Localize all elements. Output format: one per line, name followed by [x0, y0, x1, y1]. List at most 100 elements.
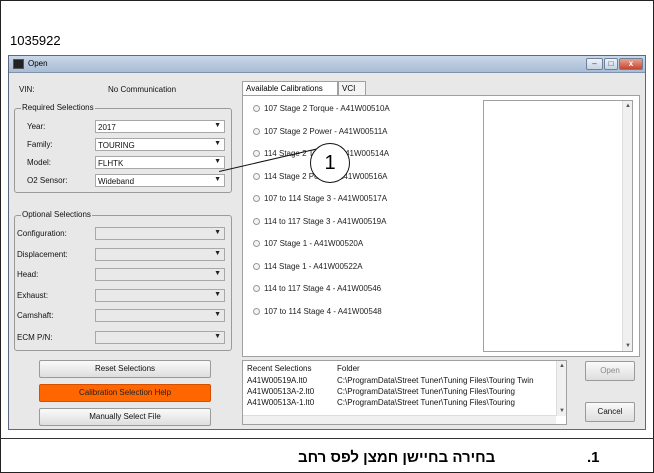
- o2-sensor-select[interactable]: Wideband ▼: [95, 174, 225, 187]
- tab-available-calibrations[interactable]: Available Calibrations: [242, 81, 338, 96]
- close-button[interactable]: x: [619, 58, 643, 70]
- chevron-down-icon: ▼: [214, 176, 221, 183]
- model-select[interactable]: FLHTK ▼: [95, 156, 225, 169]
- detail-scrollbar[interactable]: ▲ ▼: [622, 101, 632, 351]
- chevron-down-icon: ▼: [214, 122, 221, 129]
- displacement-label: Displacement:: [17, 250, 68, 259]
- family-value: TOURING: [98, 141, 135, 150]
- calibration-selection-help-button[interactable]: Calibration Selection Help: [39, 384, 211, 402]
- recent-file: A41W00519A.lt0: [247, 376, 308, 385]
- manually-select-file-button[interactable]: Manually Select File: [39, 408, 211, 426]
- caption-text: בחירה בחיישן חמצן לפס רחב: [298, 449, 496, 466]
- calibration-option[interactable]: 114 to 117 Stage 4 - A41W00546: [253, 284, 381, 293]
- model-value: FLHTK: [98, 159, 124, 168]
- chevron-down-icon: ▼: [214, 291, 221, 298]
- radio-button-icon[interactable]: [253, 195, 260, 202]
- calibration-label: 114 to 117 Stage 4 - A41W00546: [264, 284, 382, 293]
- optional-selections-title: Optional Selections: [21, 210, 92, 219]
- figure-id: 1035922: [10, 33, 61, 48]
- scroll-up-icon[interactable]: ▲: [557, 361, 567, 371]
- head-select[interactable]: ▼: [95, 268, 225, 281]
- calibration-label: 114 Stage 1 - A41W00522A: [264, 261, 363, 271]
- calibration-label: 107 to 114 Stage 4 - A41W00548: [264, 306, 382, 316]
- radio-button-icon[interactable]: [253, 262, 260, 270]
- calibration-label: 114 to 117 Stage 3 - A41W00519A: [264, 216, 387, 226]
- model-label: Model:: [27, 158, 52, 167]
- radio-button-icon[interactable]: [253, 105, 260, 112]
- recent-selections-list[interactable]: Recent Selections Folder A41W00519A.lt0 …: [242, 360, 567, 425]
- vin-label: VIN:: [19, 85, 35, 94]
- chevron-down-icon: ▼: [214, 229, 221, 236]
- radio-button-icon[interactable]: [253, 127, 260, 135]
- reset-selections-button[interactable]: Reset Selections: [39, 360, 211, 378]
- scroll-down-icon[interactable]: ▼: [623, 341, 633, 351]
- maximize-button[interactable]: □: [604, 58, 618, 70]
- family-label: Family:: [27, 140, 53, 149]
- calibration-option[interactable]: 107 Stage 1 - A41W00520A: [253, 239, 363, 248]
- chevron-down-icon: ▼: [214, 270, 221, 277]
- required-selections-title: Required Selections: [21, 103, 95, 112]
- family-select[interactable]: TOURING ▼: [95, 138, 225, 151]
- calibrations-panel: 107 Stage 2 Torque - A41W00510A 107 Stage…: [242, 95, 640, 357]
- window-title: Open: [28, 59, 48, 68]
- title-bar: Open – □ x: [9, 56, 645, 73]
- calibration-option[interactable]: 114 to 117 Stage 3 - A41W00519A: [253, 217, 386, 226]
- recent-folder: C:\ProgramData\Street Tuner\Tuning Files…: [337, 387, 516, 396]
- minimize-button[interactable]: –: [586, 58, 603, 70]
- vin-value: No Communication: [108, 85, 177, 94]
- recent-folder: C:\ProgramData\Street Tuner\Tuning Files…: [337, 398, 516, 407]
- recent-row[interactable]: A41W00519A.lt0 C:\ProgramData\Street Tun…: [247, 376, 534, 385]
- recent-row[interactable]: A41W00513A-1.lt0 C:\ProgramData\Street T…: [247, 398, 515, 407]
- calibration-option[interactable]: 114 Stage 1 - A41W00522A: [253, 262, 363, 271]
- year-value: 2017: [98, 123, 116, 132]
- chevron-down-icon: ▼: [214, 158, 221, 165]
- callout-marker: 1: [310, 143, 350, 183]
- open-dialog: Open – □ x VIN: No Communication Require…: [8, 55, 646, 430]
- exhaust-select[interactable]: ▼: [95, 289, 225, 302]
- displacement-select[interactable]: ▼: [95, 248, 225, 261]
- recent-col-folder: Folder: [337, 364, 360, 373]
- caption-number: .1: [587, 449, 600, 466]
- year-label: Year:: [27, 122, 46, 131]
- exhaust-label: Exhaust:: [17, 291, 49, 300]
- radio-button-icon[interactable]: [253, 172, 260, 180]
- cancel-button[interactable]: Cancel: [585, 402, 635, 422]
- head-label: Head:: [17, 270, 39, 279]
- camshaft-select[interactable]: ▼: [95, 309, 225, 322]
- o2-sensor-value: Wideband: [98, 177, 135, 186]
- calibration-option[interactable]: 107 Stage 2 Power - A41W00511A: [253, 127, 388, 136]
- chevron-down-icon: ▼: [214, 333, 221, 340]
- recent-row[interactable]: A41W00513A-2.lt0 C:\ProgramData\Street T…: [247, 387, 515, 396]
- calibration-option[interactable]: 107 to 114 Stage 3 - A41W00517A: [253, 194, 387, 203]
- ecm-pn-label: ECM P/N:: [17, 333, 53, 342]
- recent-vertical-scrollbar[interactable]: ▲ ▼: [556, 361, 566, 416]
- o2-sensor-label: O2 Sensor:: [27, 176, 68, 185]
- calibration-option[interactable]: 107 Stage 2 Torque - A41W00510A: [253, 104, 390, 113]
- tab-vci[interactable]: VCI: [338, 81, 366, 95]
- scroll-down-icon[interactable]: ▼: [557, 406, 567, 416]
- year-select[interactable]: 2017 ▼: [95, 120, 225, 133]
- chevron-down-icon: ▼: [214, 311, 221, 318]
- radio-button-icon[interactable]: [253, 240, 260, 247]
- chevron-down-icon: ▼: [214, 250, 221, 257]
- radio-button-icon[interactable]: [253, 285, 260, 292]
- radio-button-icon[interactable]: [253, 150, 260, 157]
- calibration-label: 107 to 114 Stage 3 - A41W00517A: [264, 194, 388, 203]
- recent-file: A41W00513A-2.lt0: [247, 387, 315, 396]
- calibration-detail-list[interactable]: ▲ ▼: [483, 100, 633, 352]
- radio-button-icon[interactable]: [253, 307, 260, 315]
- recent-col-file: Recent Selections: [247, 364, 312, 373]
- configuration-select[interactable]: ▼: [95, 227, 225, 240]
- calibration-option[interactable]: 107 to 114 Stage 4 - A41W00548: [253, 307, 382, 316]
- chevron-down-icon: ▼: [214, 140, 221, 147]
- caption-divider: [0, 438, 654, 439]
- calibration-label: 107 Stage 1 - A41W00520A: [264, 239, 364, 248]
- recent-horizontal-scrollbar[interactable]: [243, 415, 556, 424]
- open-button[interactable]: Open: [585, 361, 635, 381]
- radio-button-icon[interactable]: [253, 217, 260, 225]
- scroll-up-icon[interactable]: ▲: [623, 101, 633, 111]
- configuration-label: Configuration:: [17, 229, 67, 238]
- recent-folder: C:\ProgramData\Street Tuner\Tuning Files…: [337, 376, 534, 385]
- calibration-label: 107 Stage 2 Power - A41W00511A: [264, 126, 388, 136]
- ecm-pn-select[interactable]: ▼: [95, 331, 225, 344]
